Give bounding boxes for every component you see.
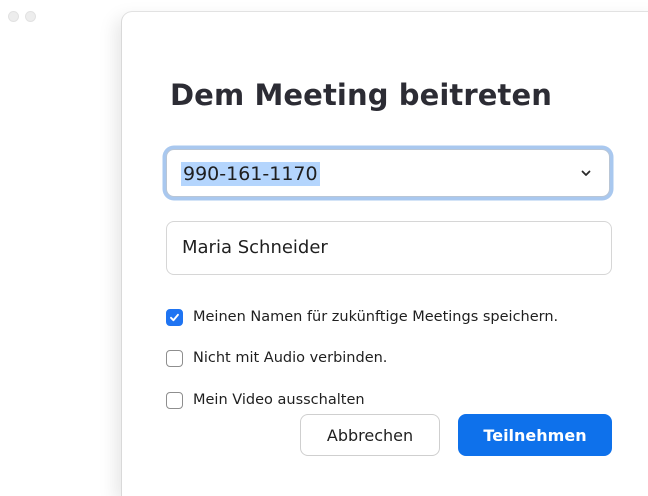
window-minimize-dot[interactable]: [25, 11, 36, 22]
video-off-label: Mein Video ausschalten: [193, 392, 365, 408]
name-input-field[interactable]: Maria Schneider: [166, 221, 612, 275]
meeting-id-input[interactable]: 990-161-1170: [181, 162, 320, 186]
chevron-down-icon[interactable]: [579, 166, 593, 180]
cancel-button[interactable]: Abbrechen: [300, 414, 440, 456]
checkmark-icon: [170, 313, 179, 321]
option-remember-name[interactable]: Meinen Namen für zukünftige Meetings spe…: [166, 308, 558, 326]
option-video-off[interactable]: Mein Video ausschalten: [166, 391, 365, 409]
remember-name-label: Meinen Namen für zukünftige Meetings spe…: [193, 309, 559, 325]
name-input[interactable]: Maria Schneider: [182, 237, 328, 259]
window-controls: [8, 11, 36, 22]
no-audio-label: Nicht mit Audio verbinden.: [193, 350, 388, 366]
video-off-checkbox[interactable]: [166, 391, 183, 409]
join-button[interactable]: Teilnehmen: [458, 414, 612, 456]
remember-name-checkbox[interactable]: [166, 308, 183, 326]
join-meeting-dialog: Dem Meeting beitreten 990-161-1170 Maria…: [122, 12, 648, 496]
option-no-audio[interactable]: Nicht mit Audio verbinden.: [166, 349, 387, 367]
no-audio-checkbox[interactable]: [166, 349, 183, 367]
window-close-dot[interactable]: [8, 11, 19, 22]
dialog-title: Dem Meeting beitreten: [170, 78, 553, 112]
meeting-id-combobox[interactable]: 990-161-1170: [166, 149, 610, 197]
